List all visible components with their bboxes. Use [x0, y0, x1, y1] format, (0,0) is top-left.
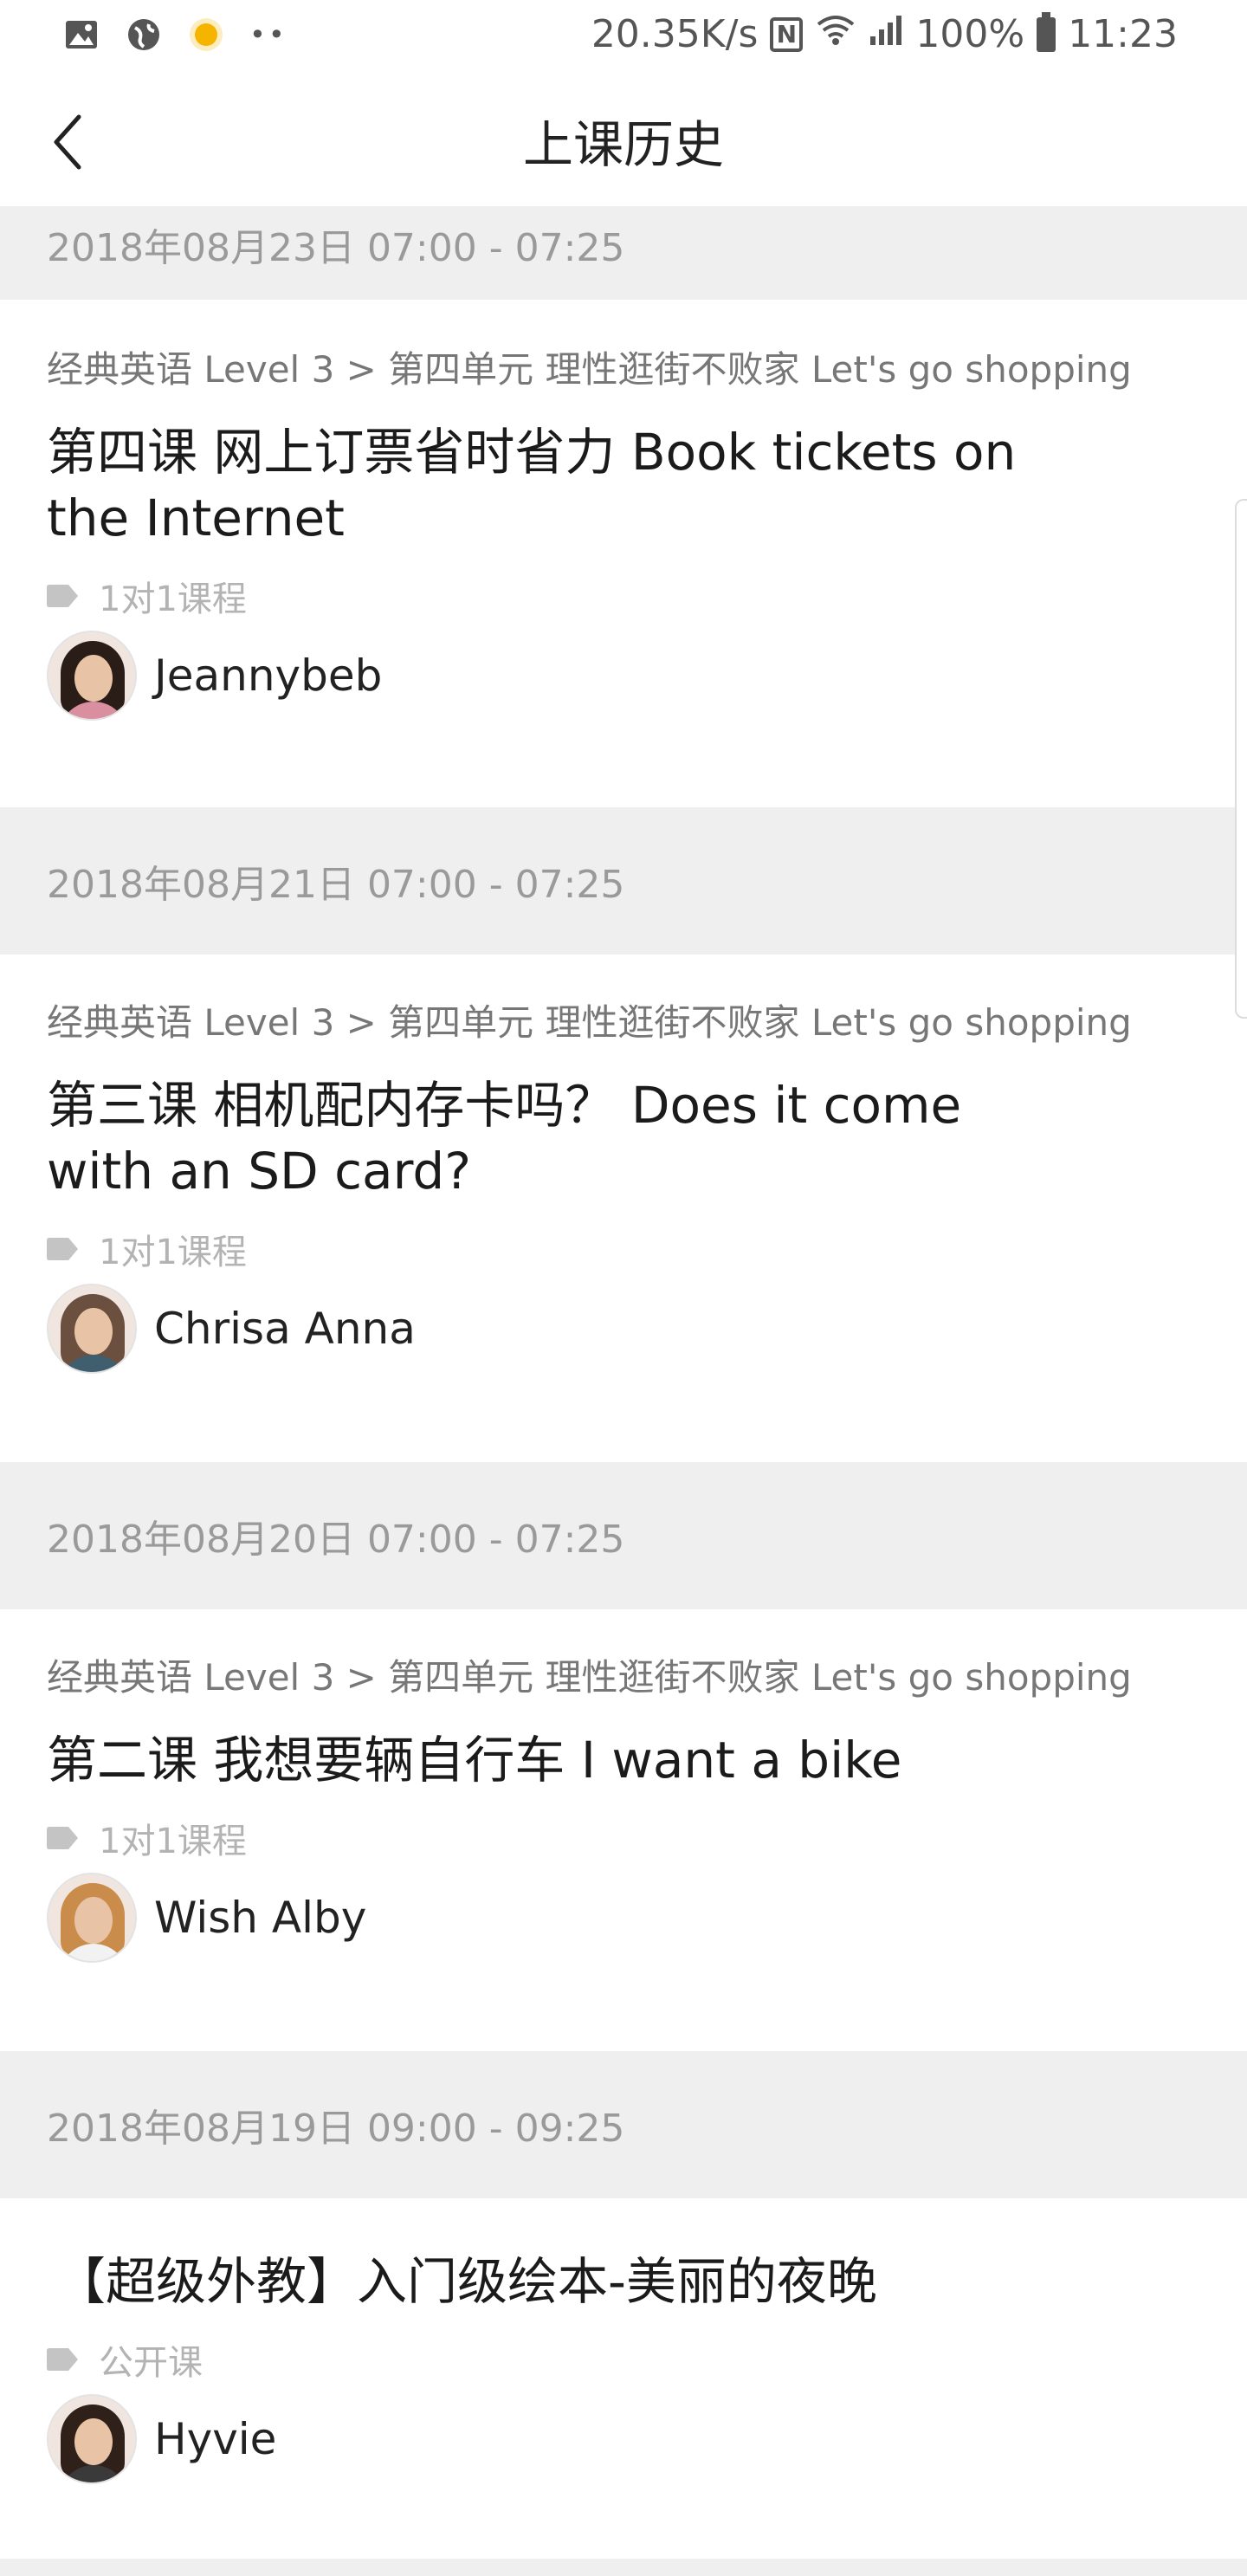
teacher-name: Hyvie: [154, 2414, 277, 2464]
lesson-history-list: 2018年08月23日 07:00 - 07:25 经典英语 Level 3 >…: [0, 206, 1247, 2576]
date-text: 2018年08月23日 07:00 - 07:25: [47, 226, 625, 270]
course-breadcrumb: 经典英语 Level 3 > 第四单元 理性逛街不败家 Let's go sho…: [47, 1001, 1132, 1044]
teacher-avatar: [47, 2394, 137, 2484]
tag-icon: [47, 585, 78, 607]
course-type-tag: 1对1课程: [47, 1814, 1200, 1862]
lesson-title: 【超级外教】入门级绘本-美丽的夜晚: [55, 2252, 877, 2311]
tag-label: 1对1课程: [99, 1822, 247, 1861]
lesson-card[interactable]: 经典英语 Level 3 > 第四单元 理性逛街不败家 Let's go sho…: [0, 1609, 1247, 2051]
signal-icon: [869, 12, 903, 56]
date-header: 2018年08月23日 07:00 - 07:25: [0, 206, 1247, 300]
teacher-name: Chrisa Anna: [154, 1304, 416, 1354]
course-type-tag: 1对1课程: [47, 572, 1200, 620]
lesson-card[interactable]: 经典英语 Level 3 > 第四单元 理性逛街不败家 Let's go sho…: [0, 955, 1247, 1462]
course-type-tag: 公开课: [47, 2335, 1200, 2384]
teacher-avatar: [47, 1873, 137, 1963]
page-title: 上课历史: [522, 115, 724, 174]
teacher-avatar: [47, 631, 137, 721]
teacher-row: Wish Alby: [47, 1873, 1200, 1963]
status-left-icons: ••: [62, 16, 288, 54]
date-text: 2018年08月21日 07:00 - 07:25: [47, 863, 625, 907]
app-header: 上课历史: [0, 73, 1247, 206]
scrollbar[interactable]: [1235, 499, 1247, 1019]
date-header: 2018年08月20日 07:00 - 07:25: [0, 1462, 1247, 1609]
sun-icon: [187, 16, 225, 54]
lesson-title: 第四课 网上订票省时省力 Book tickets on the Interne…: [47, 423, 1017, 547]
teacher-row: Chrisa Anna: [47, 1284, 1200, 1374]
tag-label: 1对1课程: [99, 579, 247, 619]
image-icon: [62, 16, 100, 54]
date-text: 2018年08月19日 09:00 - 09:25: [47, 2107, 625, 2151]
more-dots-icon: ••: [249, 18, 288, 51]
teacher-avatar: [47, 1284, 137, 1374]
globe-icon: [125, 16, 163, 54]
battery-percent: 100%: [915, 12, 1025, 56]
teacher-row: Hyvie: [47, 2394, 1200, 2484]
date-text: 2018年08月20日 07:00 - 07:25: [47, 1518, 625, 1562]
tag-label: 1对1课程: [99, 1233, 247, 1272]
tag-icon: [47, 1827, 78, 1849]
status-bar: •• 20.35K/s N 100% 11:23: [0, 0, 1247, 73]
lesson-title: 第二课 我想要辆自行车 I want a bike: [47, 1731, 902, 1790]
wifi-icon: [815, 12, 856, 56]
teacher-name: Wish Alby: [154, 1893, 367, 1943]
tag-label: 公开课: [99, 2343, 203, 2383]
tag-icon: [47, 2348, 78, 2371]
teacher-name: Jeannybeb: [154, 650, 383, 701]
battery-icon: [1037, 11, 1056, 52]
course-type-tag: 1对1课程: [47, 1225, 1200, 1273]
course-breadcrumb: 经典英语 Level 3 > 第四单元 理性逛街不败家 Let's go sho…: [47, 1656, 1132, 1699]
course-breadcrumb: 经典英语 Level 3 > 第四单元 理性逛街不败家 Let's go sho…: [47, 348, 1132, 391]
network-speed: 20.35K/s: [591, 12, 759, 56]
lesson-card[interactable]: 【超级外教】入门级绘本-美丽的夜晚 公开课 Hyvie: [0, 2198, 1247, 2559]
date-header: 2018年08月21日 07:00 - 07:25: [0, 807, 1247, 955]
teacher-row: Jeannybeb: [47, 631, 1200, 721]
date-header: 2018年08月19日 09:00 - 09:25: [0, 2051, 1247, 2198]
nfc-icon: N: [770, 16, 804, 52]
status-right: 20.35K/s N 100% 11:23: [591, 11, 1178, 56]
lesson-title: 第三课 相机配内存卡吗？ Does it come with an SD car…: [47, 1076, 962, 1201]
tag-icon: [47, 1238, 78, 1260]
clock: 11:23: [1068, 12, 1178, 56]
list-bottom-divider: [0, 2559, 1247, 2576]
lesson-card[interactable]: 经典英语 Level 3 > 第四单元 理性逛街不败家 Let's go sho…: [0, 300, 1247, 807]
